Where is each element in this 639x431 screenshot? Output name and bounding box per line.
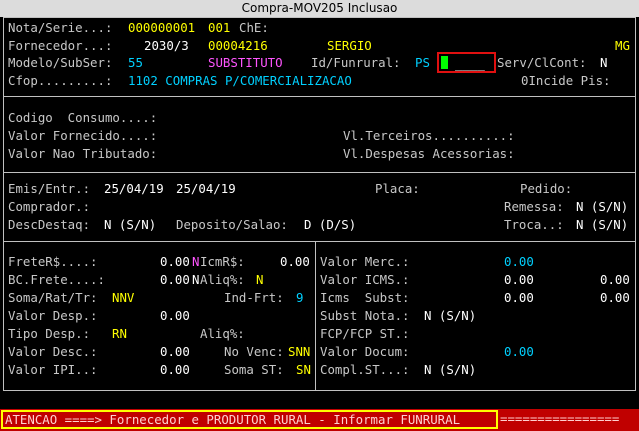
soma-st-label: Soma ST: <box>224 362 284 377</box>
no-venc-label: No Venc: <box>224 344 284 359</box>
tipo-desp-value[interactable]: RN <box>112 326 127 342</box>
compl-st-value[interactable]: N (S/N) <box>424 362 476 378</box>
servcl-label: Serv/ClCont: <box>497 55 587 70</box>
valor-nao-tributado-label: Valor Nao Tributado: <box>8 146 158 161</box>
fcp-label: FCP/FCP ST.: <box>320 326 410 341</box>
valor-fornecido-label: Valor Fornecido....: <box>8 128 158 143</box>
window-title: Compra-MOV205 Inclusao <box>241 1 398 15</box>
status-message: ATENCAO ====> Fornecedor e PRODUTOR RURA… <box>1 410 498 429</box>
aliq-label: Aliq%: <box>200 272 245 287</box>
valor-docum-label: Valor Docum: <box>320 344 410 359</box>
icms-subst-label: Icms Subst: <box>320 290 410 305</box>
remessa-value[interactable]: N (S/N) <box>576 199 628 215</box>
tipo-desp-label: Tipo Desp.: <box>8 326 91 341</box>
modelo-label: Modelo/SubSer: <box>8 55 113 70</box>
valor-desp-value[interactable]: 0.00 <box>160 308 190 324</box>
cfop-label: Cfop.........: <box>8 73 113 88</box>
vl-despesas-label: Vl.Despesas Acessorias: <box>343 146 515 161</box>
funrural-value: PS <box>415 55 430 70</box>
valor-merc-value: 0.00 <box>504 254 534 269</box>
modelo-value[interactable]: 55 <box>128 55 143 71</box>
valor-icms-value2[interactable]: 0.00 <box>600 272 630 288</box>
valor-icms-value[interactable]: 0.00 <box>504 272 534 288</box>
nicmr-flag[interactable]: N <box>192 254 199 270</box>
soma-rat-label: Soma/Rat/Tr: <box>8 290 98 305</box>
placa-label: Placa: <box>375 181 420 196</box>
comprador-label: Comprador.: <box>8 199 91 214</box>
troca-label: Troca..: <box>504 217 564 232</box>
emissao-label: Emis/Entr.: <box>8 181 91 196</box>
cfop-value[interactable]: 1102 COMPRAS P/COMERCIALIZACAO <box>128 73 352 89</box>
window-title-bar: Compra-MOV205 Inclusao <box>0 0 639 17</box>
valor-ipi-value[interactable]: 0.00 <box>160 362 190 378</box>
remessa-label: Remessa: <box>504 199 564 214</box>
deposito-label: Deposito/Salao: <box>176 217 288 232</box>
aliq-flag[interactable]: N <box>192 272 199 288</box>
frete-value[interactable]: 0.00 <box>160 254 190 270</box>
nota-label: Nota/Serie...: <box>8 20 113 35</box>
frete-label: FreteR$....: <box>8 254 98 269</box>
fornecedor-name: SERGIO <box>327 38 372 53</box>
icmr-label: IcmR$: <box>200 254 245 269</box>
ind-frt-label: Ind-Frt: <box>224 290 284 305</box>
soma-st-value[interactable]: SN <box>296 362 311 378</box>
text-cursor <box>441 56 448 69</box>
no-venc-value[interactable]: SNN <box>288 344 310 360</box>
fornecedor-label: Fornecedor...: <box>8 38 113 53</box>
chave-label: ChE: <box>239 20 269 35</box>
fornecedor-uf: MG <box>615 38 630 53</box>
valor-ipi-label: Valor IPI..: <box>8 362 98 377</box>
valor-docum-value: 0.00 <box>504 344 534 359</box>
valor-merc-label: Valor Merc.: <box>320 254 410 269</box>
troca-value[interactable]: N (S/N) <box>576 217 628 233</box>
icms-subst-value2[interactable]: 0.00 <box>600 290 630 306</box>
funrural-label: Id/Funrural: <box>311 55 401 70</box>
servcl-value[interactable]: N <box>600 55 607 71</box>
descdestaq-label: DescDestaq: <box>8 217 91 232</box>
valor-desc-label: Valor Desc.: <box>8 344 98 359</box>
emissao-date[interactable]: 25/04/19 <box>104 181 164 197</box>
entrada-date[interactable]: 25/04/19 <box>176 181 236 197</box>
compl-st-label: Compl.ST...: <box>320 362 410 377</box>
deposito-value[interactable]: D (D/S) <box>304 217 356 233</box>
fornecedor-code[interactable]: 2030/3 <box>144 38 189 54</box>
codigo-consumo-label: Codigo Consumo....: <box>8 110 158 125</box>
aliq-value[interactable]: N <box>256 272 263 288</box>
descdestaq-value[interactable]: N (S/N) <box>104 217 156 233</box>
valor-desc-value[interactable]: 0.00 <box>160 344 190 360</box>
soma-rat-value[interactable]: NNV <box>112 290 134 306</box>
incide-pis-label: 0Incide Pis: <box>521 73 611 88</box>
aliq2-label: Aliq%: <box>200 326 245 341</box>
pedido-label: Pedido: <box>520 181 573 196</box>
funrural-input[interactable]: ____ <box>455 56 485 72</box>
fornecedor-num: 00004216 <box>208 38 268 53</box>
serie-value[interactable]: 001 <box>208 20 230 36</box>
valor-icms-label: Valor ICMS.: <box>320 272 410 287</box>
status-tail: ================ <box>500 411 620 426</box>
subst-nota-label: Subst Nota.: <box>320 308 410 323</box>
bcfrete-label: BC.Frete....: <box>8 272 105 287</box>
bcfrete-value[interactable]: 0.00 <box>160 272 190 288</box>
icms-subst-value[interactable]: 0.00 <box>504 290 534 306</box>
subst-nota-value[interactable]: N (S/N) <box>424 308 476 324</box>
vl-terceiros-label: Vl.Terceiros..........: <box>343 128 515 143</box>
icmr-value[interactable]: 0.00 <box>280 254 310 270</box>
nota-value[interactable]: 000000001 <box>128 20 195 36</box>
subser-value[interactable]: SUBSTITUTO <box>208 55 283 71</box>
valor-desp-label: Valor Desp.: <box>8 308 98 323</box>
ind-frt-value[interactable]: 9 <box>296 290 303 306</box>
